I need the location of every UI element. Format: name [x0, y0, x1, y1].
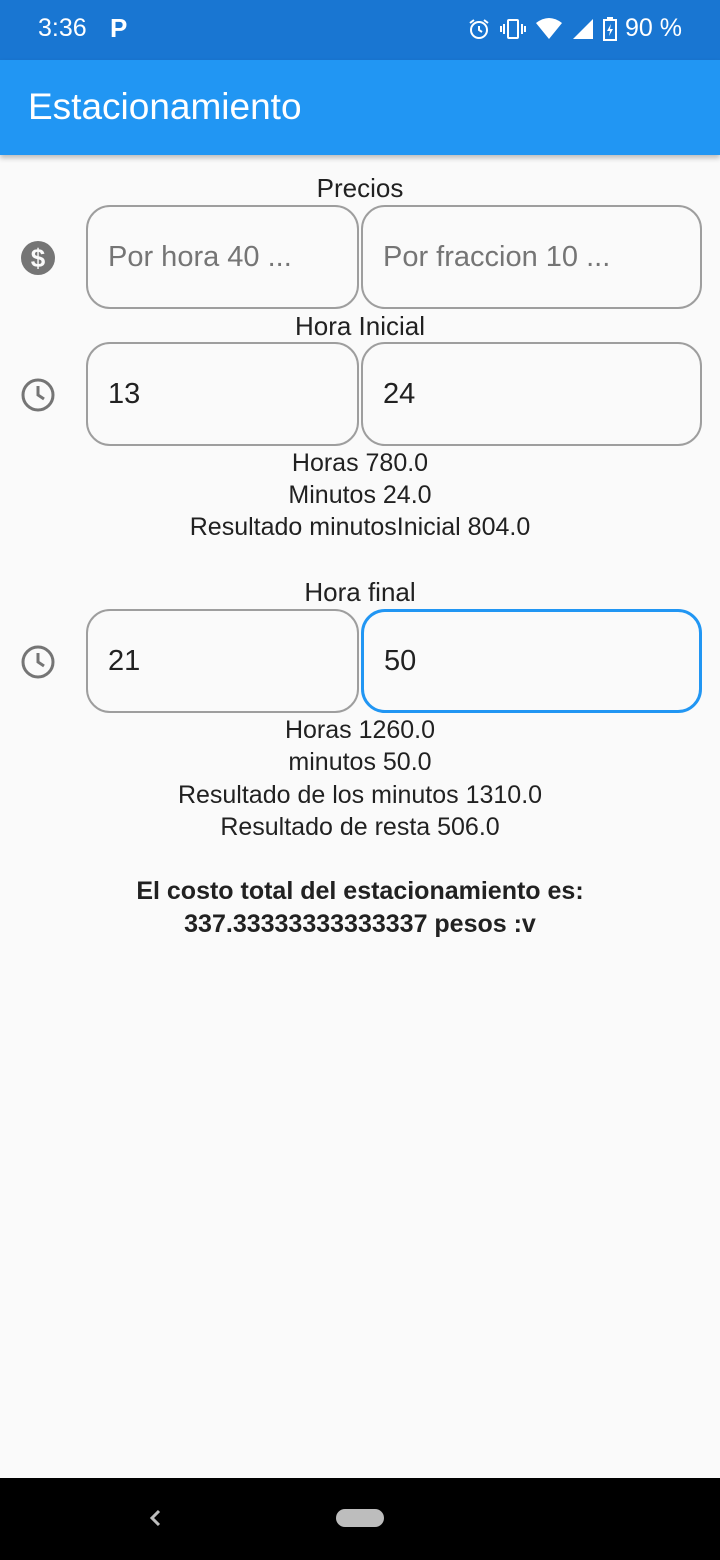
svg-text:$: $ [31, 243, 46, 273]
clock-icon [21, 645, 55, 679]
total-line-1: El costo total del estacionamiento es: [136, 877, 584, 905]
resultado-inicial-text: Resultado minutosInicial 804.0 [189, 513, 531, 541]
minutos-final-text: minutos 50.0 [288, 748, 432, 776]
por-fraccion-input[interactable]: Por fraccion 10 ... [361, 205, 702, 309]
minutos-inicial-text: Minutos 24.0 [288, 481, 432, 509]
total-line-2: 337.33333333333337 pesos :v [184, 910, 536, 938]
hora-final-hours-input[interactable]: 21 [86, 609, 359, 713]
status-bar: 3:36 P 90 % [0, 0, 720, 60]
home-pill-button[interactable] [336, 1509, 384, 1527]
precios-label: Precios [316, 173, 404, 203]
horas-final-text: Horas 1260.0 [284, 716, 436, 744]
navigation-bar [0, 1478, 720, 1560]
hora-final-label: Hora final [304, 577, 416, 607]
cell-signal-icon [573, 18, 594, 39]
resultado-final-text: Resultado de los minutos 1310.0 [177, 781, 543, 809]
hora-inicial-hours-input[interactable]: 13 [86, 342, 359, 446]
wifi-icon [536, 17, 563, 39]
clock-icon [21, 378, 55, 412]
por-hora-input[interactable]: Por hora 40 ... [86, 205, 359, 309]
alarm-icon [469, 18, 489, 39]
hora-inicial-minutes-input[interactable]: 24 [361, 342, 702, 446]
back-icon[interactable] [143, 1503, 167, 1533]
dollar-icon: $ [21, 241, 55, 275]
resultado-resta-text: Resultado de resta 506.0 [220, 813, 500, 841]
status-time: 3:36 [38, 14, 87, 42]
battery-percent: 90 % [625, 14, 682, 42]
app-bar: Estacionamiento [0, 60, 720, 155]
page-title: Estacionamiento [28, 86, 302, 127]
vibrate-icon [500, 18, 527, 39]
hora-inicial-label: Hora Inicial [294, 311, 426, 341]
status-icons: 90 % [467, 14, 682, 43]
horas-inicial-text: Horas 780.0 [291, 449, 429, 477]
hora-final-minutes-input[interactable]: 50 [361, 609, 702, 713]
parking-notification-icon: P [110, 13, 128, 43]
battery-icon [603, 16, 618, 41]
